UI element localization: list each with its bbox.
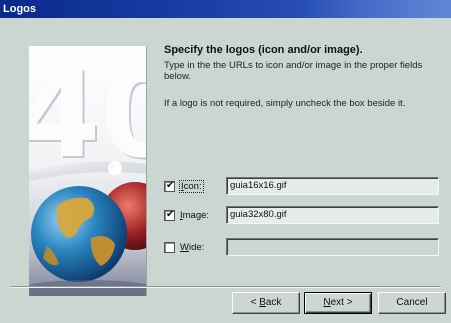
title-bar[interactable]: Logos (0, 0, 451, 18)
icon-row: ✔ Icon: guia16x16.gif (164, 177, 444, 197)
checkmark-icon: ✔ (166, 209, 175, 220)
icon-label-focus: Icon: (179, 180, 204, 193)
image-url-field[interactable]: guia32x80.gif (226, 206, 439, 224)
wide-url-field[interactable] (226, 238, 439, 256)
image-row: ✔ Image: guia32x80.gif (164, 206, 444, 226)
cancel-button[interactable]: Cancel (378, 292, 446, 314)
wizard-banner-image: 40 40 (29, 46, 147, 296)
wide-checkbox[interactable] (164, 242, 175, 253)
button-separator (10, 286, 441, 288)
icon-label: Icon: (179, 180, 204, 193)
step-heading: Specify the logos (icon and/or image). (164, 44, 363, 56)
logos-dialog: Logos 40 40 (0, 0, 451, 323)
checkmark-icon: ✔ (166, 180, 175, 191)
wide-row: Wide: (164, 238, 444, 258)
uncheck-note: If a logo is not required, simply unchec… (164, 98, 406, 109)
image-checkbox[interactable]: ✔ (164, 209, 175, 221)
globe-icon (29, 161, 146, 296)
instruction-text: Type in the the URLs to icon and/or imag… (164, 60, 423, 82)
icon-checkbox[interactable]: ✔ (164, 180, 175, 192)
image-label: Image: (180, 210, 210, 221)
wide-label: Wide: (180, 242, 205, 253)
window-title: Logos (3, 3, 36, 15)
dialog-body: 40 40 (0, 18, 451, 323)
back-button[interactable]: < Back (232, 292, 300, 314)
next-button[interactable]: Next > (304, 292, 372, 314)
icon-url-field[interactable]: guia16x16.gif (226, 177, 439, 195)
